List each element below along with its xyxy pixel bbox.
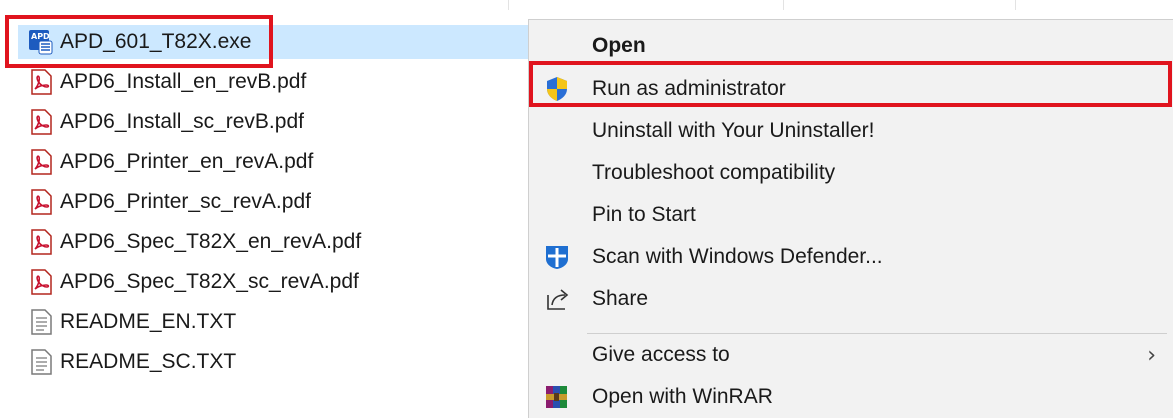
- file-row-txt[interactable]: README_EN.TXT: [18, 305, 528, 339]
- pdf-icon: [28, 189, 54, 215]
- menu-item-troubleshoot-compatibility[interactable]: Troubleshoot compatibility: [529, 153, 1173, 193]
- menu-separator: [587, 333, 1167, 334]
- menu-item-pin-to-start[interactable]: Pin to Start: [529, 195, 1173, 235]
- menu-highlight-box: [529, 61, 1172, 107]
- chevron-right-icon: ›: [1147, 342, 1156, 368]
- menu-item-uninstall[interactable]: Uninstall with Your Uninstaller!: [529, 111, 1173, 151]
- column-separator: [1015, 0, 1016, 10]
- menu-item-scan-with-defender[interactable]: Scan with Windows Defender...: [529, 237, 1173, 277]
- file-name: APD6_Printer_en_revA.pdf: [60, 150, 314, 173]
- menu-item-label: Give access to: [592, 343, 730, 366]
- pdf-icon: [28, 109, 54, 135]
- file-name: APD6_Install_en_revB.pdf: [60, 70, 307, 93]
- text-file-icon: [28, 349, 54, 375]
- menu-item-label: Open: [592, 34, 646, 57]
- pdf-icon: [28, 269, 54, 295]
- file-row-pdf[interactable]: APD6_Printer_sc_revA.pdf: [18, 185, 528, 219]
- file-row-pdf[interactable]: APD6_Printer_en_revA.pdf: [18, 145, 528, 179]
- share-icon: [543, 285, 571, 313]
- file-row-pdf[interactable]: APD6_Install_sc_revB.pdf: [18, 105, 528, 139]
- file-name: README_SC.TXT: [60, 350, 237, 373]
- winrar-icon: [543, 383, 571, 411]
- menu-item-label: Pin to Start: [592, 203, 696, 226]
- file-row-txt[interactable]: README_SC.TXT: [18, 345, 528, 379]
- file-name: APD6_Printer_sc_revA.pdf: [60, 190, 311, 213]
- pdf-icon: [28, 149, 54, 175]
- menu-item-give-access-to[interactable]: Give access to ›: [529, 335, 1173, 375]
- pdf-icon: [28, 229, 54, 255]
- windows-defender-icon: [543, 243, 571, 271]
- menu-item-open[interactable]: Open: [529, 26, 1173, 66]
- menu-item-label: Share: [592, 287, 649, 310]
- menu-item-label: Troubleshoot compatibility: [592, 161, 836, 184]
- pdf-icon: [28, 69, 54, 95]
- file-name: APD6_Install_sc_revB.pdf: [60, 110, 304, 133]
- file-row-pdf[interactable]: APD6_Spec_T82X_sc_revA.pdf: [18, 265, 528, 299]
- menu-item-open-with-winrar[interactable]: Open with WinRAR: [529, 377, 1173, 417]
- column-separator: [783, 0, 784, 10]
- file-row-pdf[interactable]: APD6_Install_en_revB.pdf: [18, 65, 528, 99]
- file-name: APD6_Spec_T82X_en_revA.pdf: [60, 230, 362, 253]
- menu-item-label: Open with WinRAR: [592, 385, 773, 408]
- file-name: README_EN.TXT: [60, 310, 237, 333]
- menu-item-label: Scan with Windows Defender...: [592, 245, 883, 268]
- file-row-pdf[interactable]: APD6_Spec_T82X_en_revA.pdf: [18, 225, 528, 259]
- file-name: APD6_Spec_T82X_sc_revA.pdf: [60, 270, 359, 293]
- text-file-icon: [28, 309, 54, 335]
- menu-item-share[interactable]: Share: [529, 279, 1173, 319]
- file-highlight-box: [5, 15, 273, 68]
- menu-item-label: Uninstall with Your Uninstaller!: [592, 119, 875, 142]
